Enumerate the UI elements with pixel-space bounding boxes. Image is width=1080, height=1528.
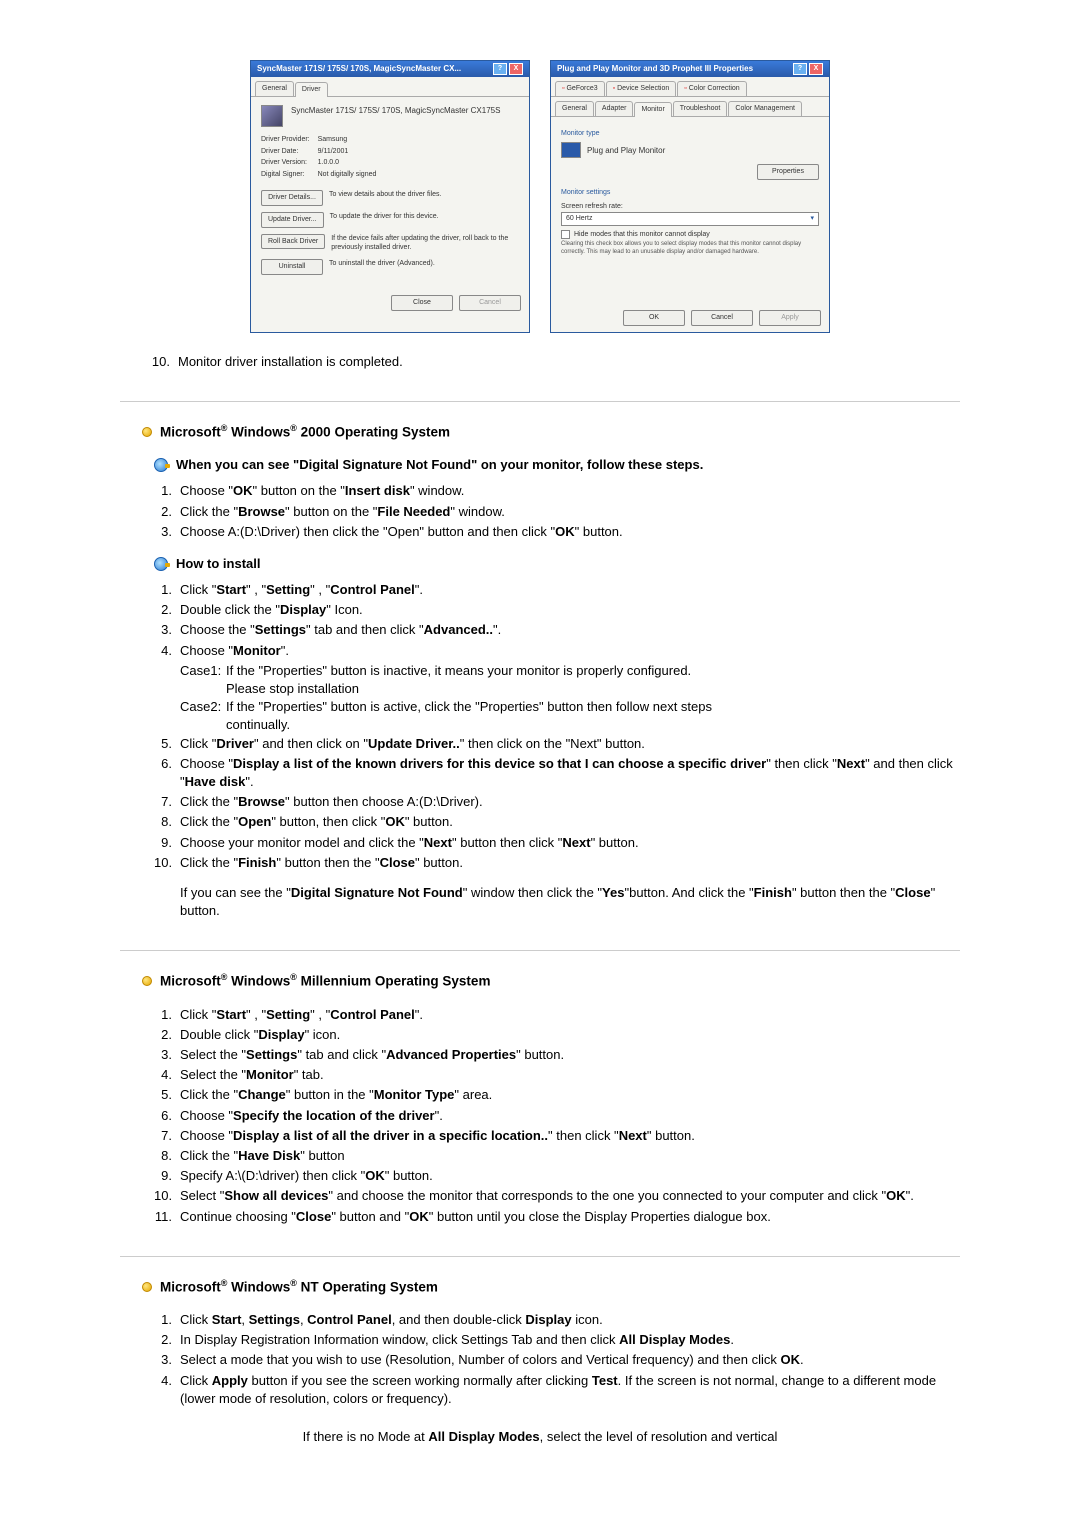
rollback-driver-button[interactable]: Roll Back Driver (261, 234, 325, 250)
date-value: 9/11/2001 (318, 147, 519, 157)
close-icon[interactable]: X (509, 63, 523, 75)
version-value: 1.0.0.0 (318, 158, 519, 168)
bullet-icon (142, 427, 152, 437)
tab-color-management[interactable]: Color Management (728, 101, 802, 116)
steps-howto-2000-cont: 5.Click "Driver" and then click on "Upda… (154, 735, 960, 872)
tab-geforce3[interactable]: GeForce3 (555, 81, 605, 96)
product-name: SyncMaster 171S/ 175S/ 170S, MagicSyncMa… (291, 105, 500, 127)
tab-general2[interactable]: General (555, 101, 594, 116)
uninstall-button[interactable]: Uninstall (261, 259, 323, 275)
steps-me: 1.Click "Start" , "Setting" , "Control P… (154, 1006, 960, 1226)
section-heading-win2000: Microsoft® Windows® 2000 Operating Syste… (142, 422, 960, 442)
ok-button[interactable]: OK (623, 310, 685, 326)
sub-bullet-icon (154, 557, 168, 571)
update-driver-button[interactable]: Update Driver... (261, 212, 324, 228)
help-icon[interactable]: ? (793, 63, 807, 75)
case1-cont: Please stop installation (226, 680, 960, 698)
signer-label: Digital Signer: (261, 170, 310, 180)
monitor-icon (561, 142, 581, 158)
tab-driver[interactable]: Driver (295, 82, 328, 97)
dialog1-titlebar: SyncMaster 171S/ 175S/ 170S, MagicSyncMa… (251, 61, 529, 77)
dialog1-title: SyncMaster 171S/ 175S/ 170S, MagicSyncMa… (257, 63, 461, 74)
divider (120, 1256, 960, 1257)
sub-heading-howto: How to install (154, 555, 960, 573)
tab-general[interactable]: General (255, 81, 294, 96)
screenshot-row: SyncMaster 171S/ 175S/ 170S, MagicSyncMa… (120, 60, 960, 333)
steps-nt: 1.Click Start, Settings, Control Panel, … (154, 1311, 960, 1408)
cancel-button: Cancel (459, 295, 521, 311)
driver-properties-dialog: SyncMaster 171S/ 175S/ 170S, MagicSyncMa… (250, 60, 530, 333)
section-heading-winnt: Microsoft® Windows® NT Operating System (142, 1277, 960, 1297)
provider-value: Samsung (318, 135, 519, 145)
monitor-name: Plug and Play Monitor (587, 145, 665, 156)
steps-howto-2000: 1.Click "Start" , "Setting" , "Control P… (154, 581, 960, 660)
steps-signature: 1.Choose "OK" button on the "Insert disk… (154, 482, 960, 541)
tab-device-selection[interactable]: Device Selection (606, 81, 677, 96)
tab-monitor[interactable]: Monitor (634, 102, 671, 117)
refresh-rate-label: Screen refresh rate: (561, 202, 819, 212)
case2-cont: continually. (226, 716, 960, 734)
win2000-note: If you can see the "Digital Signature No… (180, 884, 960, 920)
tab-adapter[interactable]: Adapter (595, 101, 634, 116)
case1: Case1:If the "Properties" button is inac… (180, 662, 960, 680)
case2: Case2:If the "Properties" button is acti… (180, 698, 960, 716)
tab-color-correction[interactable]: Color Correction (677, 81, 746, 96)
uninstall-desc: To uninstall the driver (Advanced). (329, 259, 519, 269)
signer-value: Not digitally signed (318, 170, 519, 180)
help-icon[interactable]: ? (493, 63, 507, 75)
hide-modes-checkbox[interactable] (561, 230, 570, 239)
apply-button: Apply (759, 310, 821, 326)
cancel-button2[interactable]: Cancel (691, 310, 753, 326)
monitor-icon (261, 105, 283, 127)
tab-troubleshoot[interactable]: Troubleshoot (673, 101, 728, 116)
monitor-properties-dialog: Plug and Play Monitor and 3D Prophet III… (550, 60, 830, 333)
section-heading-winme: Microsoft® Windows® Millennium Operating… (142, 971, 960, 991)
dialog2-title: Plug and Play Monitor and 3D Prophet III… (557, 63, 753, 74)
divider (120, 950, 960, 951)
bullet-icon (142, 976, 152, 986)
close-icon[interactable]: X (809, 63, 823, 75)
dialog2-tab-row1: GeForce3 Device Selection Color Correcti… (551, 77, 829, 97)
monitor-settings-heading: Monitor settings (561, 188, 819, 198)
dialog2-titlebar: Plug and Play Monitor and 3D Prophet III… (551, 61, 829, 77)
hide-modes-note: Clearing this check box allows you to se… (561, 241, 819, 255)
date-label: Driver Date: (261, 147, 310, 157)
divider (120, 401, 960, 402)
nt-final-note: If there is no Mode at All Display Modes… (120, 1428, 960, 1446)
driver-details-desc: To view details about the driver files. (329, 190, 519, 200)
refresh-rate-dropdown[interactable]: 60 Hertz (561, 212, 819, 226)
sub-heading-signature: When you can see "Digital Signature Not … (154, 456, 960, 474)
monitor-type-heading: Monitor type (561, 129, 819, 139)
dialog1-tabs: General Driver (251, 77, 529, 97)
version-label: Driver Version: (261, 158, 310, 168)
step-10: 10. Monitor driver installation is compl… (150, 353, 960, 371)
update-driver-desc: To update the driver for this device. (330, 212, 519, 222)
rollback-driver-desc: If the device fails after updating the d… (331, 234, 519, 254)
properties-button[interactable]: Properties (757, 164, 819, 180)
close-button[interactable]: Close (391, 295, 453, 311)
sub-bullet-icon (154, 458, 168, 472)
driver-details-button[interactable]: Driver Details... (261, 190, 323, 206)
provider-label: Driver Provider: (261, 135, 310, 145)
dialog2-tab-row2: General Adapter Monitor Troubleshoot Col… (551, 97, 829, 117)
hide-modes-label: Hide modes that this monitor cannot disp… (574, 230, 710, 240)
bullet-icon (142, 1282, 152, 1292)
